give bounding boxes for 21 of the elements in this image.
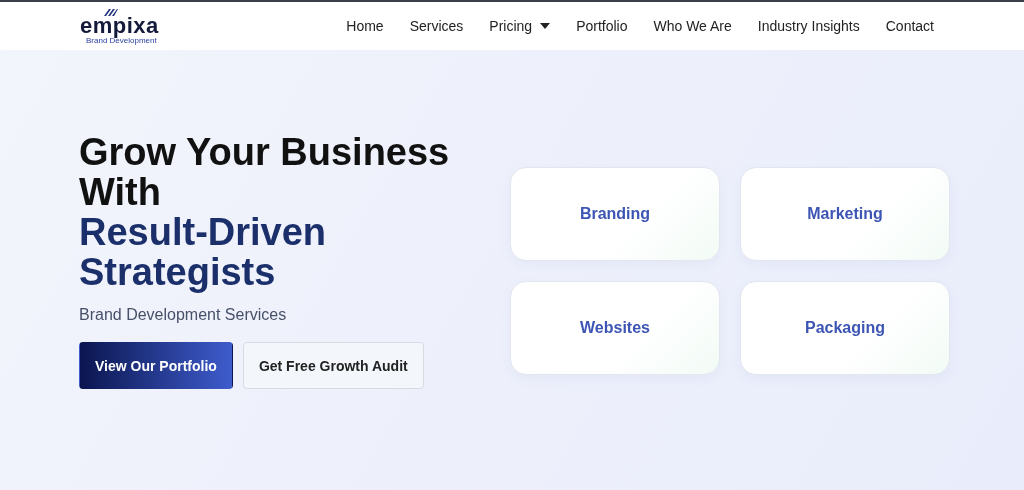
logo-leaf-icon — [104, 7, 118, 16]
hero-headline-line: Grow Your Business — [79, 132, 451, 172]
nav-link[interactable]: Portfolio — [576, 18, 628, 34]
caret-down-icon — [540, 23, 551, 29]
hero-headline-line: With — [79, 172, 162, 212]
nav-link[interactable]: Who We Are — [653, 18, 732, 34]
audit-button[interactable]: Get Free Growth Audit — [242, 342, 424, 389]
service-card[interactable]: Websites — [510, 281, 720, 375]
service-card[interactable]: Branding — [510, 167, 720, 261]
nav-link[interactable]: Pricing — [489, 18, 551, 34]
nav-link[interactable]: Home — [346, 18, 384, 34]
logo-wordmark[interactable]: empixa — [80, 15, 159, 36]
hero-subtitle: Brand Development Services — [79, 306, 288, 324]
nav-link[interactable]: Industry Insights — [757, 18, 860, 34]
hero-headline-line: Strategists — [79, 252, 277, 292]
portfolio-button[interactable]: View Our Portfolio — [79, 342, 233, 389]
service-card[interactable]: Marketing — [740, 167, 950, 261]
nav-link[interactable]: Contact — [885, 18, 934, 34]
service-card[interactable]: Packaging — [740, 281, 950, 375]
nav-link[interactable]: Services — [409, 18, 464, 34]
hero-headline-line: Result-Driven — [79, 212, 328, 252]
